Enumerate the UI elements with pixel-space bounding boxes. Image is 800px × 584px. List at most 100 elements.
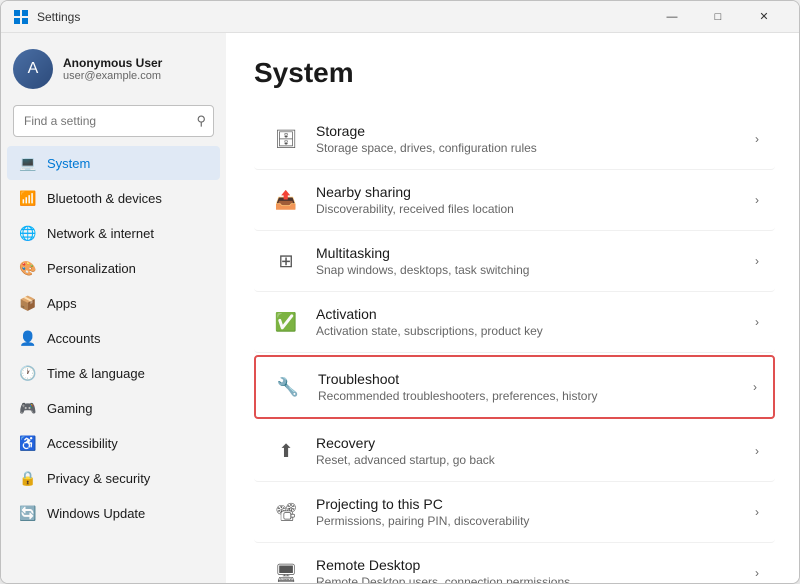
settings-item-desc-nearby-sharing: Discoverability, received files location [316,202,755,216]
settings-item-text-nearby-sharing: Nearby sharing Discoverability, received … [316,184,755,216]
sidebar-item-label-gaming: Gaming [47,401,93,416]
app-icon [13,9,29,25]
settings-item-text-storage: Storage Storage space, drives, configurat… [316,123,755,155]
storage-chevron-icon: › [755,132,759,146]
settings-item-troubleshoot[interactable]: 🔧 Troubleshoot Recommended troubleshooters… [254,355,775,419]
troubleshoot-settings-icon: 🔧 [272,371,304,403]
settings-item-desc-troubleshoot: Recommended troubleshooters, preferences… [318,389,753,403]
titlebar-text: Settings [37,10,649,24]
remote-desktop-settings-icon: 🖥 [270,557,302,583]
projecting-chevron-icon: › [755,505,759,519]
maximize-button[interactable]: □ [695,1,741,33]
settings-item-storage[interactable]: 🗄 Storage Storage space, drives, configura… [254,109,775,170]
accounts-nav-icon: 👤 [19,329,37,347]
settings-list: 🗄 Storage Storage space, drives, configura… [254,109,775,583]
search-box: ⚲ [13,105,214,137]
remote-desktop-chevron-icon: › [755,566,759,580]
settings-item-title-remote-desktop: Remote Desktop [316,557,755,573]
storage-settings-icon: 🗄 [270,123,302,155]
settings-item-multitasking[interactable]: ⊞ Multitasking Snap windows, desktops, tas… [254,231,775,292]
nearby-sharing-settings-icon: 📤 [270,184,302,216]
multitasking-chevron-icon: › [755,254,759,268]
settings-item-title-troubleshoot: Troubleshoot [318,371,753,387]
sidebar-item-personalization[interactable]: 🎨 Personalization [7,251,220,285]
sidebar-item-network[interactable]: 🌐 Network & internet [7,216,220,250]
search-input[interactable] [13,105,214,137]
multitasking-settings-icon: ⊞ [270,245,302,277]
user-section: A Anonymous User user@example.com [1,33,226,101]
settings-item-projecting[interactable]: 📽 Projecting to this PC Permissions, pairi… [254,482,775,543]
sidebar-item-bluetooth[interactable]: 📶 Bluetooth & devices [7,181,220,215]
settings-item-text-activation: Activation Activation state, subscription… [316,306,755,338]
sidebar-item-time[interactable]: 🕐 Time & language [7,356,220,390]
nav-list: 💻 System 📶 Bluetooth & devices 🌐 Network & in… [1,145,226,531]
sidebar-item-system[interactable]: 💻 System [7,146,220,180]
settings-item-nearby-sharing[interactable]: 📤 Nearby sharing Discoverability, received… [254,170,775,231]
user-email: user@example.com [63,70,214,82]
settings-item-activation[interactable]: ✅ Activation Activation state, subscriptio… [254,292,775,353]
avatar: A [13,49,53,89]
settings-item-title-activation: Activation [316,306,755,322]
settings-item-title-recovery: Recovery [316,435,755,451]
settings-item-text-projecting: Projecting to this PC Permissions, pairin… [316,496,755,528]
settings-item-desc-multitasking: Snap windows, desktops, task switching [316,263,755,277]
sidebar-item-label-privacy: Privacy & security [47,471,150,486]
sidebar-item-apps[interactable]: 📦 Apps [7,286,220,320]
settings-item-desc-projecting: Permissions, pairing PIN, discoverabilit… [316,514,755,528]
sidebar-item-accessibility[interactable]: ♿ Accessibility [7,426,220,460]
settings-item-text-troubleshoot: Troubleshoot Recommended troubleshooters,… [318,371,753,403]
sidebar-item-accounts[interactable]: 👤 Accounts [7,321,220,355]
activation-chevron-icon: › [755,315,759,329]
settings-item-text-recovery: Recovery Reset, advanced startup, go back [316,435,755,467]
time-nav-icon: 🕐 [19,364,37,382]
accessibility-nav-icon: ♿ [19,434,37,452]
settings-item-text-remote-desktop: Remote DesktopRemote Desktop users, conn… [316,557,755,583]
page-title: System [254,57,775,89]
settings-item-title-storage: Storage [316,123,755,139]
search-icon: ⚲ [196,113,206,129]
system-nav-icon: 💻 [19,154,37,172]
settings-item-desc-recovery: Reset, advanced startup, go back [316,453,755,467]
content-area: A Anonymous User user@example.com ⚲ 💻 Sys… [1,33,799,583]
sidebar-item-label-apps: Apps [47,296,77,311]
sidebar-item-label-personalization: Personalization [47,261,136,276]
sidebar-item-label-time: Time & language [47,366,145,381]
user-name: Anonymous User [63,56,214,70]
settings-item-title-multitasking: Multitasking [316,245,755,261]
settings-item-desc-activation: Activation state, subscriptions, product… [316,324,755,338]
apps-nav-icon: 📦 [19,294,37,312]
minimize-button[interactable]: — [649,1,695,33]
troubleshoot-chevron-icon: › [753,380,757,394]
privacy-nav-icon: 🔒 [19,469,37,487]
recovery-settings-icon: ⬆ [270,435,302,467]
recovery-chevron-icon: › [755,444,759,458]
user-info: Anonymous User user@example.com [63,56,214,82]
projecting-settings-icon: 📽 [270,496,302,528]
settings-item-title-nearby-sharing: Nearby sharing [316,184,755,200]
settings-item-recovery[interactable]: ⬆ Recovery Reset, advanced startup, go bac… [254,421,775,482]
settings-item-remote-desktop[interactable]: 🖥 Remote DesktopRemote Desktop users, con… [254,543,775,583]
sidebar-item-privacy[interactable]: 🔒 Privacy & security [7,461,220,495]
update-nav-icon: 🔄 [19,504,37,522]
settings-item-desc-storage: Storage space, drives, configuration rul… [316,141,755,155]
activation-settings-icon: ✅ [270,306,302,338]
sidebar-item-label-bluetooth: Bluetooth & devices [47,191,162,206]
sidebar-item-gaming[interactable]: 🎮Gaming [7,391,220,425]
network-nav-icon: 🌐 [19,224,37,242]
titlebar: Settings — □ ✕ [1,1,799,33]
settings-item-text-multitasking: Multitasking Snap windows, desktops, task… [316,245,755,277]
sidebar-item-label-update: Windows Update [47,506,145,521]
window-controls: — □ ✕ [649,1,787,33]
main-content: System 🗄 Storage Storage space, drives, co… [226,33,799,583]
sidebar-item-label-accounts: Accounts [47,331,100,346]
sidebar-item-label-network: Network & internet [47,226,154,241]
sidebar-item-label-system: System [47,156,90,171]
personalization-nav-icon: 🎨 [19,259,37,277]
close-button[interactable]: ✕ [741,1,787,33]
sidebar: A Anonymous User user@example.com ⚲ 💻 Sys… [1,33,226,583]
settings-window: Settings — □ ✕ A Anonymous User user@exa… [0,0,800,584]
bluetooth-nav-icon: 📶 [19,189,37,207]
sidebar-item-update[interactable]: 🔄 Windows Update [7,496,220,530]
sidebar-item-label-accessibility: Accessibility [47,436,118,451]
settings-item-title-projecting: Projecting to this PC [316,496,755,512]
